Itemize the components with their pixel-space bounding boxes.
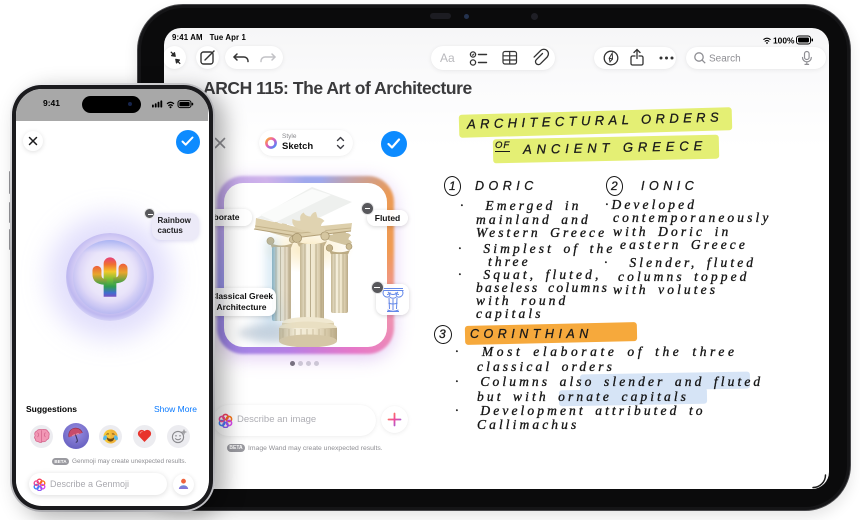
svg-text:Search: Search bbox=[709, 54, 741, 65]
svg-text:Aa: Aa bbox=[440, 51, 455, 65]
svg-text:100%: 100% bbox=[773, 36, 795, 45]
